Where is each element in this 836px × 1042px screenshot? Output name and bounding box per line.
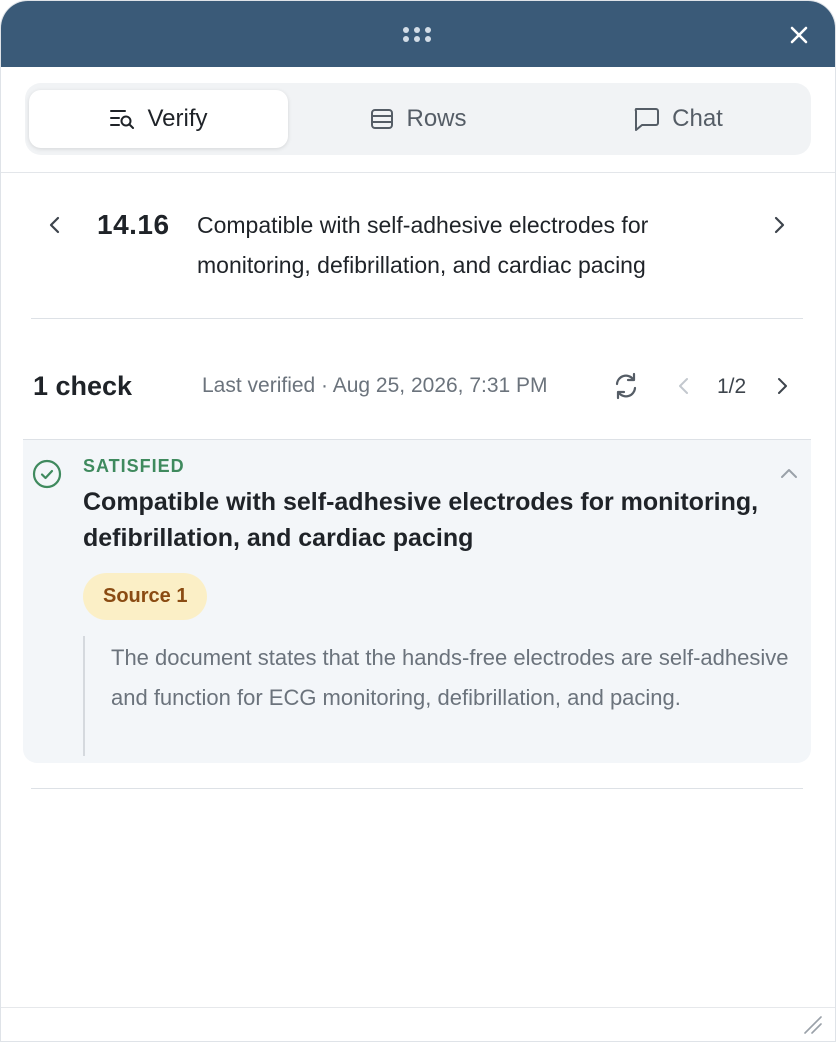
evidence-quote: The document states that the hands-free … <box>83 636 811 756</box>
check-pager-count: 1/2 <box>717 375 747 398</box>
close-button[interactable] <box>785 21 813 49</box>
check-card: SATISFIED Compatible with self-adhesive … <box>23 439 811 763</box>
checks-count: 1 check <box>33 371 133 401</box>
resize-handle[interactable] <box>801 1013 823 1035</box>
source-badge[interactable]: Source 1 <box>83 573 208 620</box>
verify-list-search-icon <box>110 110 135 129</box>
requirement-navigator: 14.16 Compatible with self-adhesive elec… <box>31 173 803 319</box>
footer <box>1 1007 835 1041</box>
table-rows-icon <box>371 109 394 129</box>
tab-verify-label: Verify <box>147 105 208 132</box>
tab-chat[interactable]: Chat <box>548 90 807 148</box>
requirement-number: 14.16 <box>97 209 170 240</box>
tab-rows-label: Rows <box>406 105 467 132</box>
verification-panel: Verify Rows Chat 14.16 Compatible with s… <box>0 0 836 1042</box>
chevron-left-icon <box>679 378 688 394</box>
collapse-button[interactable] <box>777 462 801 486</box>
refresh-icon <box>615 372 637 400</box>
next-check-button[interactable] <box>771 375 793 397</box>
tab-chat-label: Chat <box>672 105 723 132</box>
tab-bar: Verify Rows Chat <box>25 83 811 155</box>
checks-header: 1 check Last verified · Aug 25, 2026, 7:… <box>1 319 835 439</box>
refresh-button[interactable] <box>611 371 641 401</box>
previous-requirement-button[interactable] <box>43 213 67 237</box>
grip-dots-icon[interactable] <box>401 25 433 45</box>
resize-grip-icon <box>804 1016 822 1034</box>
previous-check-button[interactable] <box>673 375 695 397</box>
close-icon <box>790 26 808 44</box>
chevron-right-icon <box>774 216 785 234</box>
divider <box>31 788 803 789</box>
next-requirement-button[interactable] <box>767 213 791 237</box>
chat-bubble-icon <box>634 108 660 131</box>
chevron-left-icon <box>49 216 60 234</box>
titlebar[interactable] <box>1 1 835 67</box>
requirement-text: Compatible with self-adhesive electrodes… <box>197 212 649 278</box>
chevron-up-icon <box>781 469 797 478</box>
tab-verify[interactable]: Verify <box>29 90 288 148</box>
check-title: Compatible with self-adhesive electrodes… <box>83 488 759 552</box>
chevron-right-icon <box>778 378 787 394</box>
last-verified-timestamp: Last verified · Aug 25, 2026, 7:31 PM <box>202 374 548 397</box>
tab-rows[interactable]: Rows <box>289 90 548 148</box>
check-circle-icon <box>32 459 62 489</box>
tab-bar-container: Verify Rows Chat <box>1 67 835 173</box>
status-badge: SATISFIED <box>83 456 185 476</box>
